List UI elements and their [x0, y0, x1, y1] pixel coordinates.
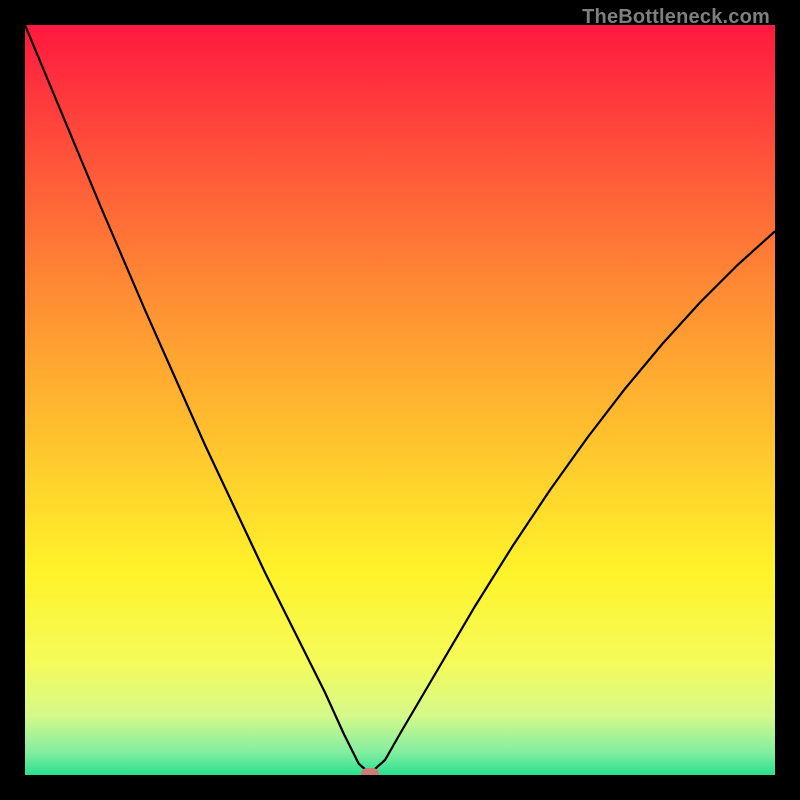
bottleneck-chart-svg	[25, 25, 775, 775]
gradient-background	[25, 25, 775, 775]
chart-frame: TheBottleneck.com	[0, 0, 800, 800]
plot-area	[25, 25, 775, 775]
watermark-text: TheBottleneck.com	[582, 6, 770, 29]
optimal-point-marker	[361, 768, 379, 776]
